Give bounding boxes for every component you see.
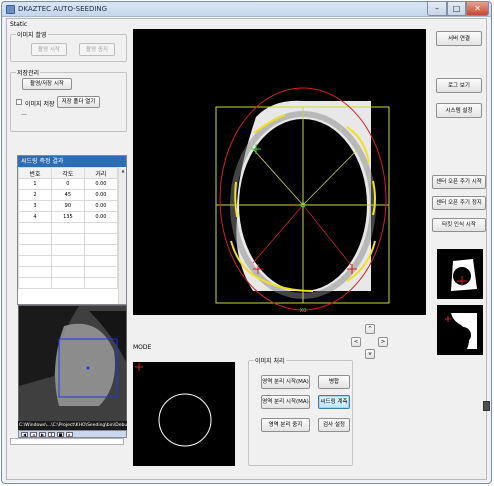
thumbnail-2-icon <box>437 305 483 355</box>
pause-icon[interactable]: Ⅱ <box>48 432 55 437</box>
merge-button[interactable]: 병합 <box>318 375 350 389</box>
cell-angle: 0 <box>50 178 85 190</box>
video-controls: ◀ ◂ ▶ Ⅱ ■ ▸ <box>18 430 127 438</box>
step-back-icon[interactable]: ◂ <box>30 432 37 437</box>
empty-row <box>18 222 119 234</box>
nav-up-icon[interactable]: ^ <box>365 324 375 334</box>
app-icon <box>6 5 15 14</box>
storage-group-title: 저장관리 <box>16 68 41 77</box>
log-view-button[interactable]: 로그 보기 <box>436 78 482 93</box>
storage-dash: — <box>21 111 27 118</box>
title-bar: DKAZTEC AUTO-SEEDING – □ ✕ <box>2 2 491 17</box>
play-icon[interactable]: ▶ <box>39 432 46 437</box>
region-separate-stop-button[interactable]: 영역 분리 중지 <box>261 418 310 432</box>
nav-left-icon[interactable]: < <box>351 337 361 347</box>
cell-distance: 0.00 <box>83 200 119 212</box>
mode-circle-icon <box>133 362 235 466</box>
camera-view: X0 <box>133 29 426 315</box>
rewind-icon[interactable]: ◀ <box>21 432 28 437</box>
video-frame-icon <box>19 306 126 421</box>
nav-right-icon[interactable]: > <box>378 337 388 347</box>
cell-distance: 0.00 <box>83 189 119 201</box>
video-status-bar: C:\Windows\...\C:\Project\KHO\Seeding\bi… <box>18 421 127 430</box>
auto-stop-button[interactable]: 센터 오픈 주기 정지 <box>432 196 486 210</box>
cell-angle: 90 <box>50 200 85 212</box>
minimize-button[interactable]: – <box>427 2 447 16</box>
forward-icon[interactable]: ▸ <box>66 432 73 437</box>
client-area: Static 이미지 촬영 촬영 시작 촬영 중지 저장관리 촬영/저장 시작 … <box>6 18 490 480</box>
table-row[interactable]: 1 0 0.00 <box>18 178 119 190</box>
cell-distance: 0.00 <box>83 211 119 223</box>
system-settings-button[interactable]: 시스템 설정 <box>436 103 482 118</box>
close-button[interactable]: ✕ <box>466 2 489 16</box>
auto-start-button[interactable]: 센터 오픈 주기 시작 <box>432 175 486 189</box>
open-save-folder-button[interactable]: 저장 폴더 열기 <box>57 96 100 108</box>
region-separate-start-button-1[interactable]: 영역 분리 시작(MA) <box>261 375 310 389</box>
empty-row <box>18 277 119 289</box>
capture-group: 이미지 촬영 촬영 시작 촬영 중지 <box>10 30 127 62</box>
region-separate-start-button-2[interactable]: 영역 분리 시작(MA) <box>261 395 310 409</box>
thumbnail-2[interactable] <box>437 305 483 355</box>
nav-down-icon[interactable]: v <box>365 349 375 359</box>
save-image-label: 이미지 저장 <box>25 101 55 108</box>
table-row[interactable]: 4 135 0.00 <box>18 211 119 223</box>
target-recognition-button[interactable]: 타킷 인식 시작 <box>432 218 486 232</box>
capture-start-button[interactable]: 촬영 시작 <box>31 43 67 56</box>
cell-distance: 0.00 <box>83 178 119 190</box>
camera-axis-label: X0 <box>300 308 307 314</box>
window-title: DKAZTEC AUTO-SEEDING <box>18 5 108 13</box>
empty-row <box>18 255 119 267</box>
cell-angle: 135 <box>50 211 85 223</box>
column-header[interactable]: 거리 <box>83 167 119 179</box>
column-header[interactable]: 각도 <box>50 167 85 179</box>
side-scroll-thumb[interactable] <box>483 401 490 411</box>
thumbnail-1[interactable] <box>437 249 483 299</box>
video-preview <box>18 305 127 422</box>
empty-row <box>18 233 119 245</box>
cell-index: 4 <box>18 211 52 223</box>
scroll-up-icon[interactable]: ▲ <box>120 168 126 175</box>
save-image-checkbox[interactable] <box>16 99 22 105</box>
capture-group-title: 이미지 촬영 <box>16 30 48 39</box>
static-label: Static <box>10 21 28 28</box>
cell-index: 1 <box>18 178 52 190</box>
thumbnail-1-icon <box>437 249 483 299</box>
stop-icon[interactable]: ■ <box>57 432 64 437</box>
image-processing-title: 이미지 처리 <box>254 356 286 365</box>
image-processing-group: 이미지 처리 영역 분리 시작(MA) 병합 영역 분리 시작(MA) 씨드링 … <box>248 356 353 466</box>
empty-row <box>18 244 119 256</box>
table-scrollbar[interactable]: ▲ <box>118 167 126 304</box>
mode-view <box>133 362 235 466</box>
table-row[interactable]: 2 45 0.00 <box>18 189 119 201</box>
cell-index: 2 <box>18 189 52 201</box>
server-connect-button[interactable]: 서버 연결 <box>436 31 482 46</box>
empty-row <box>18 266 119 278</box>
column-header[interactable]: 번호 <box>18 167 52 179</box>
table-row[interactable]: 3 90 0.00 <box>18 200 119 212</box>
capture-stop-button[interactable]: 촬영 중지 <box>79 43 115 56</box>
storage-group: 저장관리 촬영/저장 시작 이미지 저장 저장 폴더 열기 — <box>10 68 127 132</box>
inspection-settings-button[interactable]: 검사 설정 <box>318 418 350 432</box>
cell-angle: 45 <box>50 189 85 201</box>
seeding-measure-button[interactable]: 씨드링 계측 <box>318 395 350 409</box>
mode-label: MODE <box>133 344 152 351</box>
result-grid: 번호 각도 거리 1 0 0.00 2 45 0.00 3 90 0.00 4 135 0.00 <box>18 167 119 289</box>
start-save-button[interactable]: 촬영/저장 시작 <box>22 78 72 90</box>
cell-index: 3 <box>18 200 52 212</box>
seeding-result-table: 씨드링 측정 결과 번호 각도 거리 1 0 0.00 2 45 0.00 3 90 0.0… <box>17 155 127 305</box>
app-window: DKAZTEC AUTO-SEEDING – □ ✕ Static 이미지 촬영… <box>1 1 492 484</box>
progress-bar <box>10 438 124 445</box>
table-title: 씨드링 측정 결과 <box>18 156 126 167</box>
camera-overlay-icon: X0 <box>133 29 426 315</box>
maximize-button[interactable]: □ <box>447 2 466 16</box>
